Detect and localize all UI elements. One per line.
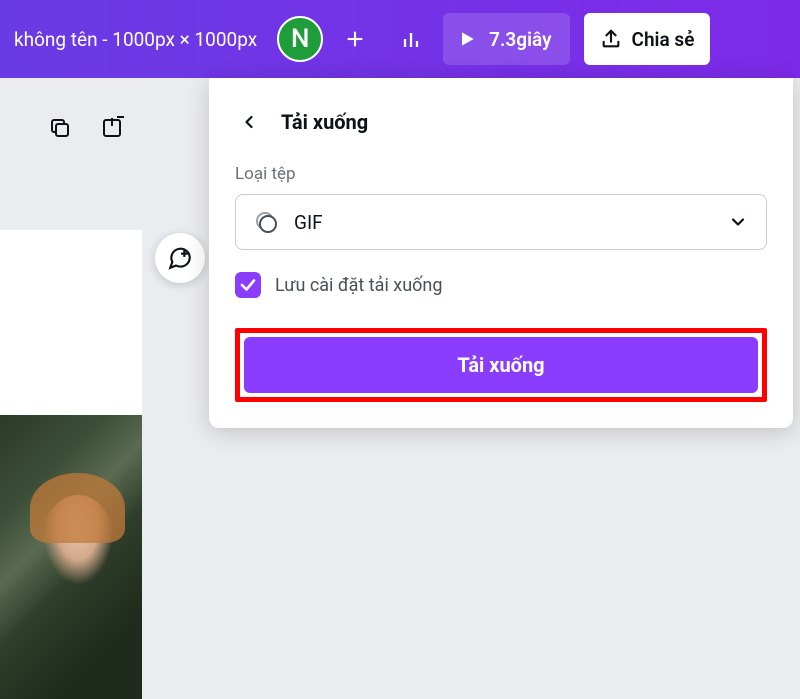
panel-title: Tải xuống — [281, 110, 368, 134]
share-button[interactable]: Chia sẻ — [584, 13, 711, 65]
document-title: không tên - 1000px × 1000px — [14, 28, 257, 51]
comment-button[interactable] — [155, 233, 205, 283]
plus-icon — [344, 28, 366, 50]
avatar-initial: N — [291, 24, 309, 54]
check-icon — [239, 276, 257, 294]
add-page-button[interactable] — [98, 114, 126, 142]
comment-icon — [167, 245, 193, 271]
chevron-left-icon — [239, 112, 259, 132]
upload-icon — [600, 28, 622, 50]
selected-filetype: GIF — [294, 211, 712, 234]
download-button[interactable]: Tải xuống — [244, 337, 758, 393]
canvas-controls — [46, 114, 126, 142]
save-settings-row: Lưu cài đặt tải xuống — [235, 272, 767, 298]
save-settings-checkbox[interactable] — [235, 272, 261, 298]
back-button[interactable] — [235, 108, 263, 136]
play-icon — [457, 29, 477, 49]
filetype-select[interactable]: GIF — [235, 194, 767, 250]
download-panel: Tải xuống Loại tệp GIF Lưu cài đặt tải x… — [209, 78, 793, 428]
download-button-highlight: Tải xuống — [235, 328, 767, 402]
canvas-page[interactable] — [0, 230, 142, 440]
copy-icon — [48, 116, 72, 140]
analytics-button[interactable] — [387, 15, 435, 63]
panel-header: Tải xuống — [235, 108, 767, 136]
chevron-down-icon — [728, 212, 748, 232]
add-button[interactable] — [331, 15, 379, 63]
filetype-section-label: Loại tệp — [235, 164, 767, 184]
share-label: Chia sẻ — [632, 28, 695, 51]
add-page-icon — [100, 116, 124, 140]
canvas-image[interactable] — [0, 415, 142, 699]
gif-filetype-icon — [254, 210, 278, 234]
duplicate-button[interactable] — [46, 114, 74, 142]
top-toolbar: không tên - 1000px × 1000px N 7.3giây Ch… — [0, 0, 800, 78]
bar-chart-icon — [399, 27, 423, 51]
save-settings-label: Lưu cài đặt tải xuống — [275, 275, 442, 296]
duration-label: 7.3giây — [489, 28, 551, 51]
user-avatar[interactable]: N — [277, 16, 323, 62]
play-preview-button[interactable]: 7.3giây — [443, 13, 569, 65]
